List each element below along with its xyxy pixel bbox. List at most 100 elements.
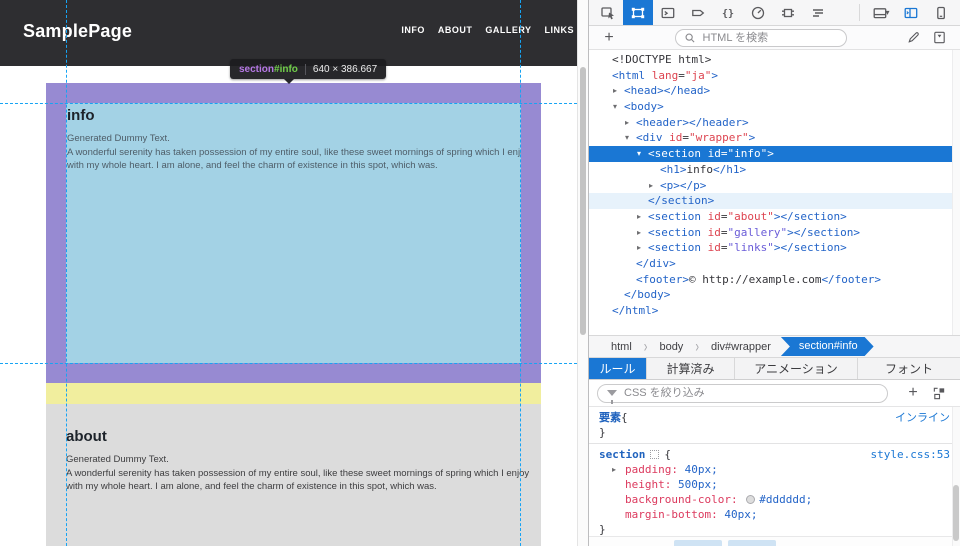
dropdown-caret-icon: ▾: [885, 8, 889, 17]
twisty-icon[interactable]: ▸: [625, 115, 636, 131]
markup-line[interactable]: ▾<section id="info">: [589, 146, 960, 162]
breadcrumb-item-html[interactable]: html: [609, 341, 634, 353]
markup-token: "about": [727, 210, 773, 223]
twisty-icon[interactable]: ▸: [637, 209, 648, 225]
twisty-icon[interactable]: ▾: [613, 99, 624, 115]
performance-tab-icon[interactable]: [743, 0, 773, 25]
css-declaration[interactable]: background-color: #dddddd;: [599, 492, 950, 507]
split-console-icon[interactable]: [896, 0, 926, 25]
markup-line[interactable]: ▸<head></head>: [589, 83, 960, 99]
dock-side-icon[interactable]: ▾: [866, 0, 896, 25]
markup-token: >: [767, 147, 774, 160]
about-paragraph: Generated Dummy Text.A wonderful serenit…: [66, 453, 521, 494]
markup-line[interactable]: ▸<section id="gallery"></section>: [589, 225, 960, 241]
markup-line[interactable]: <footer>© http://example.com</footer>: [589, 272, 960, 288]
property-name: background-color:: [625, 493, 738, 506]
css-declaration[interactable]: margin-bottom: 40px;: [599, 507, 950, 522]
responsive-mode-icon[interactable]: [926, 0, 956, 25]
style-editor-tab-icon[interactable]: {}: [713, 0, 743, 25]
markup-token: id: [701, 241, 721, 254]
add-node-button[interactable]: +: [597, 28, 621, 48]
devtools-toolbar: {} ▾: [589, 0, 960, 26]
pick-element-icon[interactable]: [593, 0, 623, 25]
markup-line[interactable]: </html>: [589, 303, 960, 319]
state-pill[interactable]: [728, 540, 776, 546]
page-scrollbar-thumb[interactable]: [580, 67, 586, 335]
debugger-tab-icon[interactable]: [683, 0, 713, 25]
inspector-tab-icon[interactable]: [623, 0, 653, 25]
markup-line[interactable]: ▾<div id="wrapper">: [589, 130, 960, 146]
stylesheet-link[interactable]: インライン: [895, 410, 950, 425]
search-icon: [684, 32, 696, 44]
open-brace: {: [621, 410, 628, 425]
markup-view: <!DOCTYPE html> <html lang="ja">▸<head></…: [589, 50, 960, 335]
breadcrumb: html›body›div#wrappersection#info: [589, 335, 960, 357]
node-infobar-tag: section#info: [239, 64, 298, 75]
html-search-box[interactable]: [675, 29, 847, 47]
rules-scrollbar-thumb[interactable]: [953, 485, 959, 541]
breadcrumb-item-div-wrapper[interactable]: div#wrapper: [709, 341, 773, 353]
css-selector[interactable]: 要素: [599, 410, 621, 425]
selector-highlighter-icon[interactable]: [650, 450, 659, 459]
markup-scrollbar[interactable]: [952, 50, 960, 335]
eyedropper-icon[interactable]: [900, 30, 926, 45]
breadcrumb-separator-icon: ›: [644, 338, 648, 356]
paragraph-line: with my whole heart. I am alone, and fee…: [67, 159, 511, 173]
browser-viewport: SamplePage INFOABOUTGALLERYLINKS info Ge…: [0, 0, 588, 546]
markup-token: </html>: [612, 304, 658, 317]
color-swatch[interactable]: [746, 495, 755, 504]
markup-line[interactable]: </section>: [589, 193, 960, 209]
twisty-icon[interactable]: ▸: [613, 83, 624, 99]
twisty-icon[interactable]: ▸: [637, 225, 648, 241]
pseudo-class-panel-icon[interactable]: [926, 386, 952, 401]
twisty-icon[interactable]: ▸: [649, 178, 660, 194]
twisty-icon[interactable]: ▸: [637, 240, 648, 256]
site-nav-link-gallery[interactable]: GALLERY: [485, 25, 531, 35]
css-filter-input[interactable]: [622, 386, 878, 400]
markup-line[interactable]: ▸<header></header>: [589, 115, 960, 131]
site-nav-link-info[interactable]: INFO: [401, 25, 425, 35]
markup-line[interactable]: <html lang="ja">: [589, 68, 960, 84]
add-rule-button[interactable]: +: [900, 384, 926, 402]
memory-tab-icon[interactable]: [773, 0, 803, 25]
network-tab-icon[interactable]: [803, 0, 833, 25]
highlight-margin-overlay: [46, 383, 541, 404]
breadcrumb-item-section-info[interactable]: section#info: [781, 337, 874, 356]
state-pill[interactable]: [674, 540, 722, 546]
rulers-icon[interactable]: [926, 30, 952, 45]
stylesheet-link[interactable]: style.css:53: [871, 447, 950, 462]
tab-計算済み[interactable]: 計算済み: [647, 358, 735, 379]
css-filter-box[interactable]: [597, 384, 888, 403]
css-selector[interactable]: section: [599, 447, 645, 462]
html-search-input[interactable]: [701, 31, 821, 45]
tab-ルール[interactable]: ルール: [589, 358, 647, 379]
tab-アニメーション[interactable]: アニメーション: [735, 358, 858, 379]
markup-token: lang: [645, 69, 678, 82]
console-tab-icon[interactable]: [653, 0, 683, 25]
css-declaration[interactable]: ▸padding: 40px;: [599, 462, 950, 477]
twisty-icon[interactable]: ▾: [625, 130, 636, 146]
markup-line[interactable]: <h1>info</h1>: [589, 162, 960, 178]
site-nav-link-about[interactable]: ABOUT: [438, 25, 473, 35]
tab-フォント[interactable]: フォント: [858, 358, 960, 379]
markup-token: =: [678, 69, 685, 82]
markup-line[interactable]: ▸<p></p>: [589, 178, 960, 194]
markup-line[interactable]: </div>: [589, 256, 960, 272]
markup-token: "wrapper": [689, 131, 749, 144]
twisty-icon[interactable]: ▾: [637, 146, 648, 162]
markup-line[interactable]: ▾<body>: [589, 99, 960, 115]
markup-line[interactable]: ▸<section id="links"></section>: [589, 240, 960, 256]
markup-line[interactable]: ▸<section id="about"></section>: [589, 209, 960, 225]
markup-line[interactable]: <!DOCTYPE html>: [589, 52, 960, 68]
markup-token: </body>: [624, 288, 670, 301]
page-scrollbar[interactable]: [577, 0, 588, 546]
rules-scrollbar[interactable]: [952, 407, 960, 546]
css-declaration[interactable]: height: 500px;: [599, 477, 950, 492]
markup-token: "gallery": [727, 226, 787, 239]
markup-line[interactable]: </body>: [589, 287, 960, 303]
markup-token: <!DOCTYPE html>: [612, 53, 711, 66]
twisty-icon[interactable]: ▸: [612, 462, 616, 477]
node-infobar-dimensions: 640 × 386.667: [313, 64, 377, 75]
site-nav-link-links[interactable]: LINKS: [545, 25, 575, 35]
breadcrumb-item-body[interactable]: body: [657, 341, 685, 353]
